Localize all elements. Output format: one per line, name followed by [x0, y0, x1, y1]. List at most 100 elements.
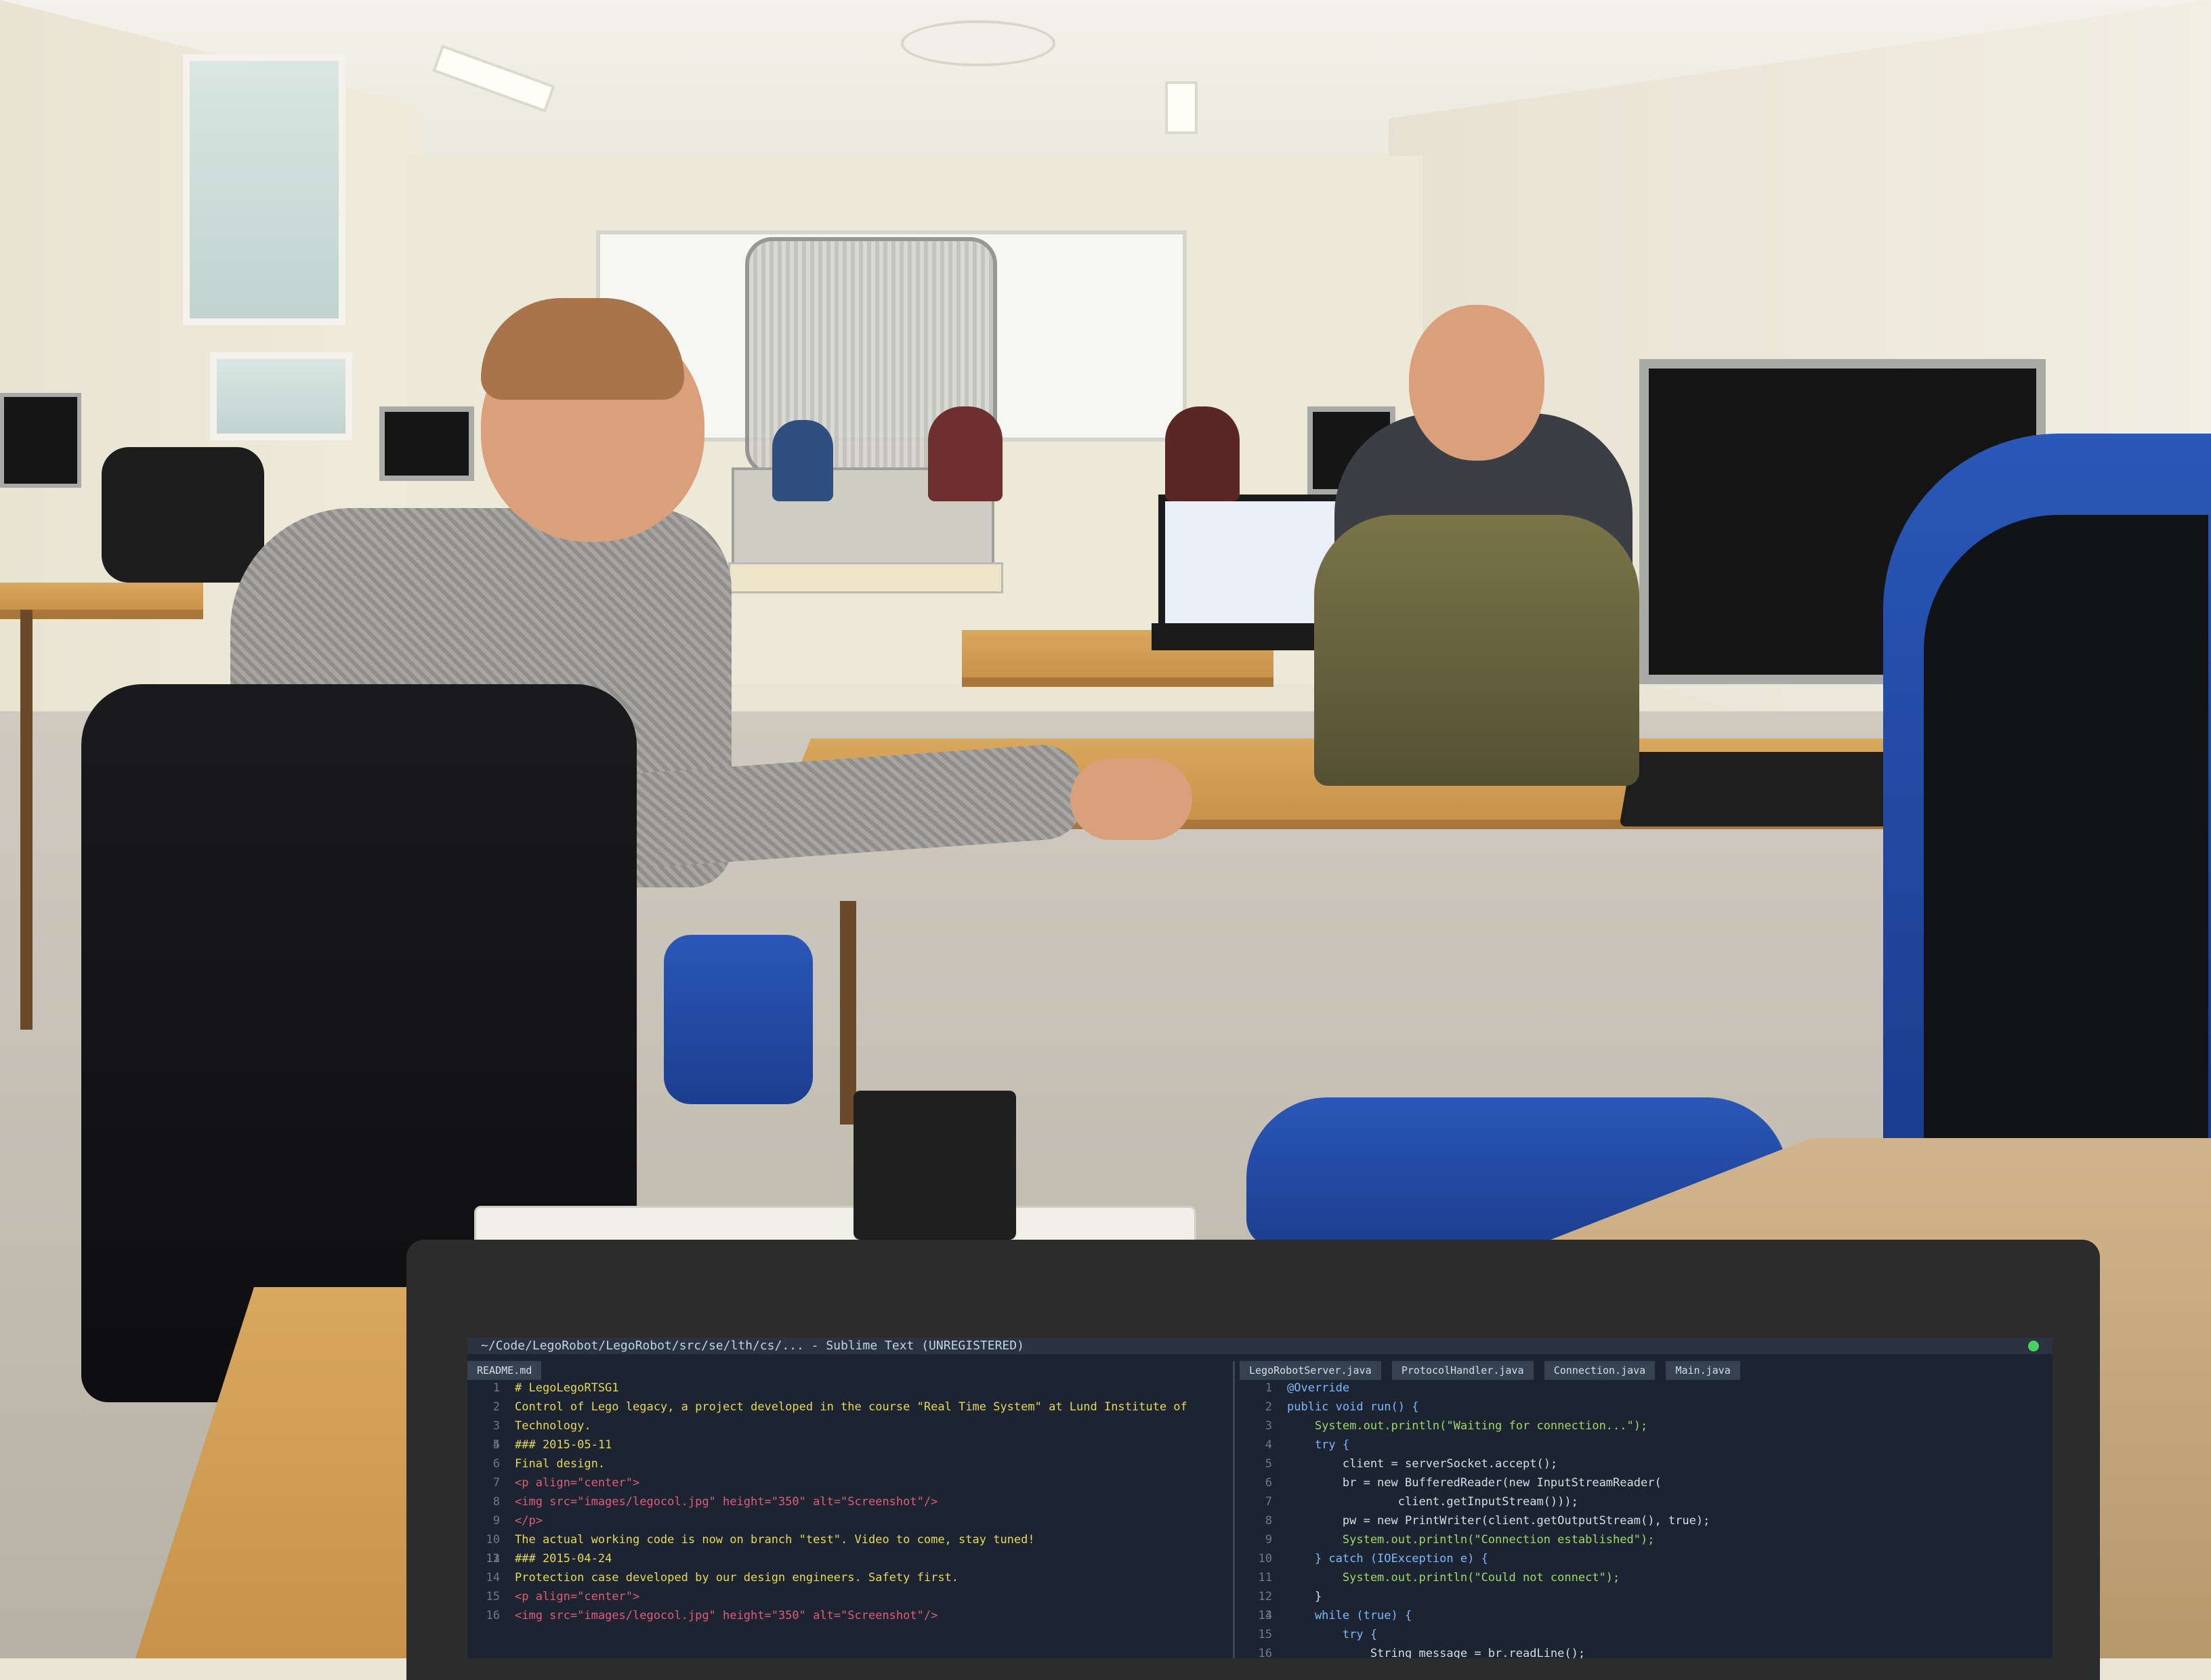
code-line: 12 } — [1240, 1587, 2052, 1606]
line-number: 1 — [1265, 1381, 1272, 1395]
chair-mesh — [1924, 515, 2208, 1179]
tab-file[interactable]: Connection.java — [1544, 1361, 1656, 1380]
code-line: 7 <p align="center"> — [467, 1473, 1233, 1492]
code-lines-right: 1 @Override 2 public void run() {3 System.o… — [1240, 1379, 2052, 1658]
desk-leg — [840, 901, 856, 1125]
line-number: 6 — [492, 1457, 500, 1471]
code-line: 15 <p align="center"> — [467, 1587, 1233, 1606]
person-head — [1409, 305, 1544, 461]
editor-pane-left[interactable]: README.md 1 # LegoLegoRTSG1 2 Control of Le… — [467, 1361, 1235, 1658]
background-monitor — [379, 406, 474, 481]
code-line: 16 <img src="images/legocol.jpg" height="… — [467, 1606, 1233, 1625]
code-text: } — [1287, 1590, 1322, 1603]
code-line: 8 <img src="images/legocol.jpg" height="3… — [467, 1492, 1233, 1511]
code-line: 14 while (true) { — [1240, 1606, 2052, 1625]
code-text: Final design. — [515, 1457, 606, 1471]
code-line: 16 String message = br.readLine(); — [1240, 1644, 2052, 1658]
code-text: <img src="images/legocol.jpg" height="35… — [515, 1609, 938, 1622]
code-text: client = serverSocket.accept(); — [1287, 1457, 1558, 1471]
code-text: </p> — [515, 1514, 543, 1528]
person-hand — [1070, 759, 1192, 840]
line-number: 7 — [1265, 1495, 1272, 1509]
code-text: while (true) { — [1287, 1609, 1412, 1622]
tab-readme[interactable]: README.md — [467, 1361, 542, 1380]
code-text: ### 2015-04-24 — [515, 1552, 612, 1566]
code-text: System.out.println("Waiting for connecti… — [1287, 1419, 1648, 1433]
code-text: <img src="images/legocol.jpg" height="35… — [515, 1495, 938, 1509]
line-number: 5 — [492, 1438, 500, 1452]
code-text: String message = br.readLine(); — [1287, 1647, 1586, 1658]
desk-leg — [20, 610, 33, 1030]
code-text: Protection case developed by our design … — [515, 1571, 959, 1584]
code-lines-left: 1 # LegoLegoRTSG1 2 Control of Lego legacy,… — [467, 1379, 1233, 1625]
code-line: 2 public void run() { — [1240, 1398, 2052, 1416]
code-text: client.getInputStream())); — [1287, 1495, 1578, 1509]
code-line: 3 Technology. — [467, 1416, 1233, 1435]
editor-pane-right[interactable]: LegoRobotServer.java ProtocolHandler.jav… — [1240, 1361, 2052, 1658]
code-text: ### 2015-05-11 — [515, 1438, 612, 1452]
code-text: try { — [1287, 1628, 1378, 1641]
power-adapter — [854, 1091, 1016, 1240]
line-number: 13 — [486, 1552, 500, 1566]
line-number: 3 — [1265, 1419, 1272, 1433]
line-number: 11 — [1258, 1571, 1272, 1584]
tray-icons — [2028, 1341, 2039, 1354]
code-line: 6 br = new BufferedReader(new InputStrea… — [1240, 1473, 2052, 1492]
code-line: 9 System.out.println("Connection establi… — [1240, 1530, 2052, 1549]
office-chair — [664, 935, 813, 1104]
status-icon — [2028, 1341, 2039, 1351]
laptop-screen: ~/Code/LegoRobot/LegoRobot/src/se/lth/cs… — [467, 1338, 2052, 1658]
line-number: 2 — [1265, 1400, 1272, 1414]
code-line: 15 try { — [1240, 1625, 2052, 1644]
code-text: System.out.println("Connection establish… — [1287, 1533, 1655, 1547]
tab-file[interactable]: LegoRobotServer.java — [1240, 1361, 1381, 1380]
line-number: 7 — [492, 1476, 500, 1490]
window-title: ~/Code/LegoRobot/LegoRobot/src/se/lth/cs… — [481, 1339, 1024, 1353]
code-line: 3 System.out.println("Waiting for connec… — [1240, 1416, 2052, 1435]
person-background — [928, 406, 1003, 501]
line-number: 2 — [492, 1400, 500, 1414]
line-number: 12 — [1258, 1590, 1272, 1603]
editor-titlebar: ~/Code/LegoRobot/LegoRobot/src/se/lth/cs… — [467, 1338, 2052, 1354]
tab-bar-left: README.md — [467, 1361, 1233, 1380]
code-text: try { — [1287, 1438, 1350, 1452]
line-number: 8 — [492, 1495, 500, 1509]
ceiling-fixture — [901, 20, 1055, 66]
line-number: 15 — [486, 1590, 500, 1603]
background-monitor — [0, 393, 81, 488]
line-number: 16 — [1258, 1647, 1272, 1658]
line-number: 14 — [486, 1571, 500, 1584]
code-line: 11 System.out.println("Could not connect… — [1240, 1568, 2052, 1587]
code-text: System.out.println("Could not connect"); — [1287, 1571, 1620, 1584]
office-chair — [102, 447, 264, 583]
line-number: 4 — [1265, 1438, 1272, 1452]
line-number: 9 — [1265, 1533, 1272, 1547]
ceiling-light — [1165, 81, 1198, 134]
window — [210, 352, 352, 440]
keyboard — [1619, 752, 1917, 826]
code-line: 10 } catch (IOException e) { — [1240, 1549, 2052, 1568]
code-line: 7 client.getInputStream())); — [1240, 1492, 2052, 1511]
line-number: 5 — [1265, 1457, 1272, 1471]
code-text: br = new BufferedReader(new InputStreamR… — [1287, 1476, 1662, 1490]
code-text: Control of Lego legacy, a project develo… — [515, 1400, 1187, 1414]
line-number: 1 — [492, 1381, 500, 1395]
line-number: 3 — [492, 1419, 500, 1433]
tab-file[interactable]: ProtocolHandler.java — [1391, 1361, 1534, 1380]
tab-file[interactable]: Main.java — [1666, 1361, 1740, 1380]
code-line: 1 # LegoLegoRTSG1 — [467, 1379, 1233, 1398]
code-text: Technology. — [515, 1419, 591, 1433]
code-line: 4 try { — [1240, 1435, 2052, 1454]
line-number: 6 — [1265, 1476, 1272, 1490]
code-text: } catch (IOException e) { — [1287, 1552, 1488, 1566]
code-line: 2 Control of Lego legacy, a project devel… — [467, 1398, 1233, 1416]
code-line: 8 pw = new PrintWriter(client.getOutputS… — [1240, 1511, 2052, 1530]
line-number: 9 — [492, 1514, 500, 1528]
code-line: 10 The actual working code is now on bran… — [467, 1530, 1233, 1549]
line-number: 10 — [486, 1533, 500, 1547]
code-line: 1 @Override — [1240, 1379, 2052, 1398]
code-text: pw = new PrintWriter(client.getOutputStr… — [1287, 1514, 1710, 1528]
line-number: 16 — [486, 1609, 500, 1622]
code-line: 9 </p> — [467, 1511, 1233, 1530]
code-line: 14 Protection case developed by our desig… — [467, 1568, 1233, 1587]
